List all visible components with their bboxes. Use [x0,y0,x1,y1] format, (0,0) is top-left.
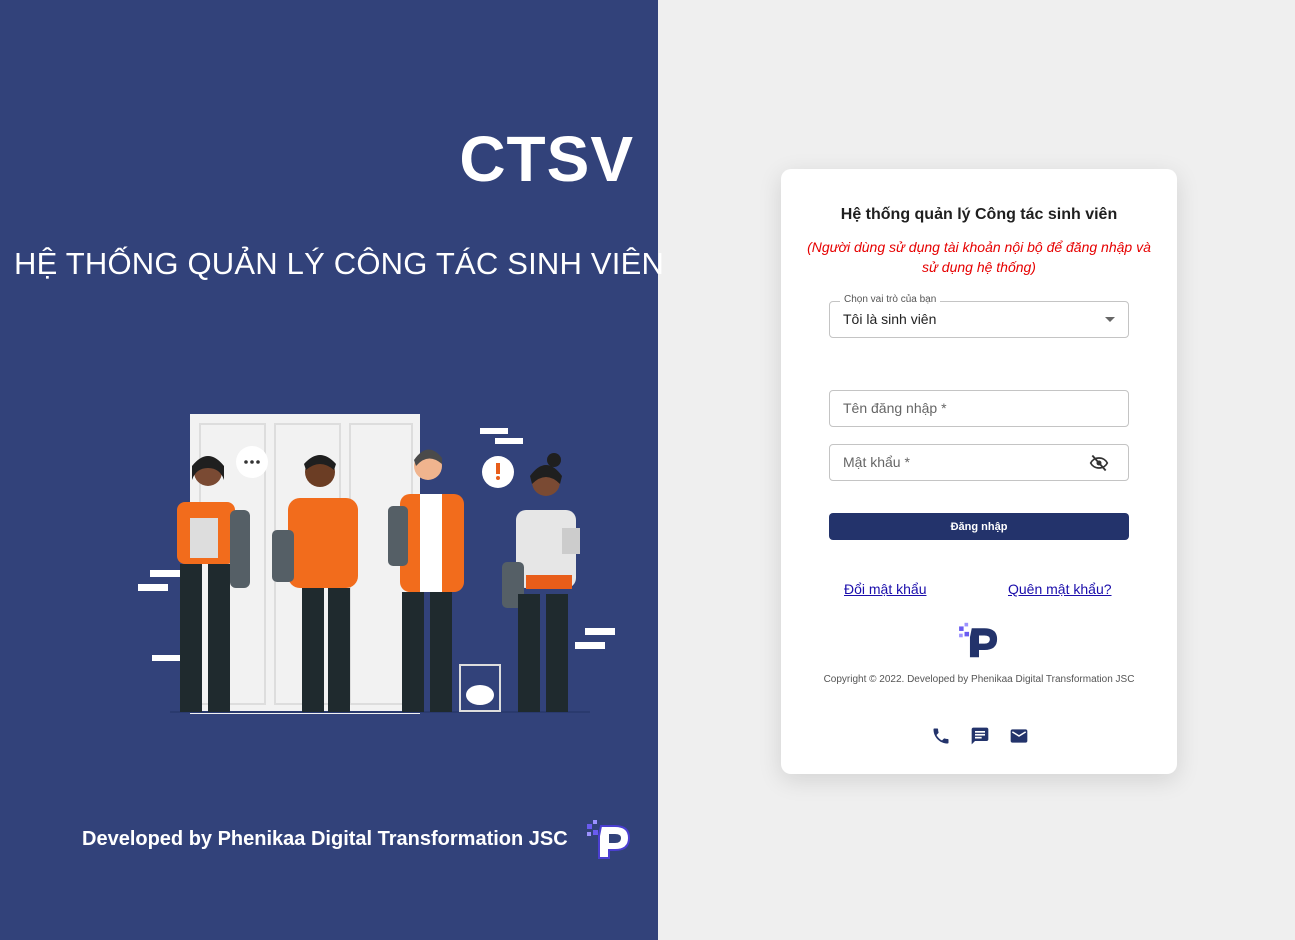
role-select[interactable]: Chọn vai trò của bạn Tôi là sinh viên [829,294,1129,338]
phenikaa-logo [959,622,998,658]
phone-icon[interactable] [931,726,951,746]
contact-icons [931,726,1029,746]
password-field[interactable]: Mật khẩu * [829,444,1129,481]
login-note: (Người dùng sử dụng tài khoản nội bộ để … [807,239,1151,275]
developer-credit: Developed by Phenikaa Digital Transforma… [82,828,568,850]
phenikaa-logo [587,820,631,859]
chevron-down-icon [1105,317,1115,322]
eye-off-icon[interactable] [1088,453,1110,473]
students-illustration [138,414,615,714]
role-select-label: Chọn vai trò của bạn [840,294,941,305]
login-button[interactable]: Đăng nhập [829,513,1129,540]
mail-icon[interactable] [1009,726,1029,746]
change-password-link[interactable]: Đổi mật khẩu [844,581,926,597]
username-field[interactable]: Tên đăng nhập * [829,390,1129,427]
system-tagline: HỆ THỐNG QUẢN LÝ CÔNG TÁC SINH VIÊN [14,246,665,281]
login-title: Hệ thống quản lý Công tác sinh viên [840,206,1118,223]
username-placeholder: Tên đăng nhập * [843,400,947,416]
login-card: Hệ thống quản lý Công tác sinh viên (Ngư… [781,169,1177,774]
brand-title: CTSV [459,123,634,195]
left-panel: CTSV HỆ THỐNG QUẢN LÝ CÔNG TÁC SINH VIÊN [0,0,664,940]
role-select-value: Tôi là sinh viên [843,311,937,327]
chat-icon[interactable] [970,726,990,746]
forgot-password-link[interactable]: Quên mật khẩu? [1008,581,1112,597]
password-placeholder: Mật khẩu * [843,454,910,470]
copyright-text: Copyright © 2022. Developed by Phenikaa … [823,674,1135,685]
